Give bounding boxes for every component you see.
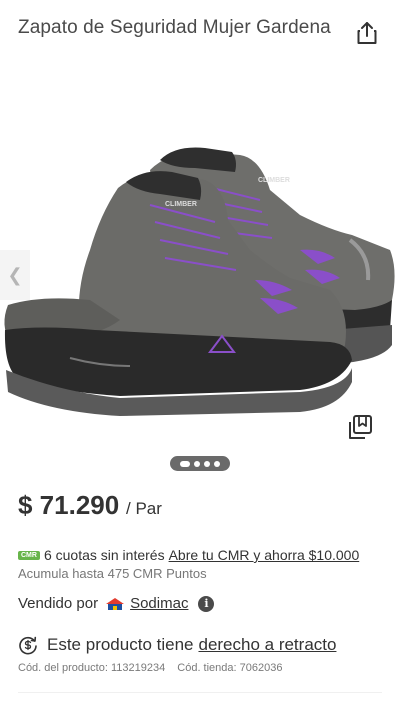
retract-link[interactable]: derecho a retracto [198, 635, 336, 655]
installments-text: 6 cuotas sin interés [43, 547, 165, 563]
gallery-pager[interactable] [170, 456, 230, 471]
store-code: Cód. tienda: 7062036 [177, 662, 283, 674]
cmr-installments: CMR 6 cuotas sin interés Abre tu CMR y a… [18, 547, 359, 563]
brand-print-left: CLIMBER [165, 201, 197, 208]
info-icon[interactable]: i [198, 595, 215, 612]
product-gallery[interactable]: ❮ ❯ CLIMBER CLIMBER [0, 100, 400, 430]
header: Zapato de Seguridad Mujer Gardena [0, 0, 400, 56]
copy-save-icon[interactable] [348, 414, 374, 440]
refund-icon [19, 636, 37, 655]
cmr-offer-link[interactable]: Abre tu CMR y ahorra $10.000 [169, 547, 360, 563]
pager-dot[interactable] [194, 460, 200, 467]
divider [18, 692, 382, 693]
seller-label: Vendido por [18, 595, 99, 612]
product-codes: Cód. del producto: 113219234 Cód. tienda… [18, 662, 282, 674]
pager-dot[interactable] [180, 460, 190, 467]
pager-dot[interactable] [204, 460, 210, 467]
product-image[interactable]: CLIMBER CLIMBER [0, 130, 400, 420]
cmr-points: Acumula hasta 475 CMR Puntos [18, 566, 207, 581]
price-unit: / Par [126, 499, 162, 518]
retract-row: Este producto tiene derecho a retracto [18, 635, 336, 655]
cmr-badge-icon: CMR [18, 550, 40, 560]
sodimac-logo-icon [106, 597, 125, 610]
retract-text: Este producto tiene [47, 635, 194, 654]
seller-row: Vendido por Sodimac i [18, 595, 215, 612]
brand-print-right: CLIMBER [258, 177, 290, 184]
seller-link[interactable]: Sodimac [130, 595, 188, 612]
shoe-left: CLIMBER [4, 171, 353, 416]
product-price: $ 71.290 [18, 490, 120, 520]
product-code: Cód. del producto: 113219234 [18, 662, 166, 674]
share-icon[interactable] [356, 21, 378, 45]
pager-dot[interactable] [214, 460, 220, 467]
product-title: Zapato de Seguridad Mujer Gardena [18, 17, 331, 38]
